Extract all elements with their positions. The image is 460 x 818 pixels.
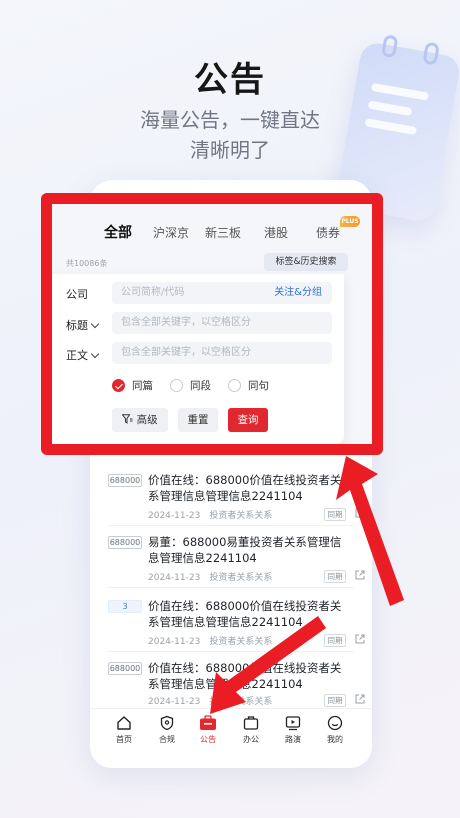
item-tag: 同期 (324, 570, 346, 583)
plus-badge: PLUS (340, 216, 360, 227)
line-decoration (364, 118, 418, 136)
stock-code-badge: 688000 (108, 474, 142, 487)
share-icon[interactable] (354, 507, 366, 519)
filter-panel: 公司 公司简称/代码 关注&分组 标题 包含全部关键字，以空格区分 正文 包含全… (52, 274, 344, 444)
tab-label: 我的 (327, 735, 343, 744)
shield-icon (160, 715, 174, 731)
stock-code-badge: 688000 (108, 662, 142, 675)
body-placeholder: 包含全部关键字，以空格区分 (121, 347, 251, 358)
tab-label: 首页 (116, 735, 132, 744)
chevron-down-icon (90, 349, 100, 359)
list-item[interactable]: 3 价值在线：688000价值在线投资者关系管理信息管理信息2241104 20… (108, 598, 365, 648)
tags-history-button[interactable]: 标签&历史搜索 (264, 253, 348, 271)
line-decoration (370, 82, 430, 101)
ring-decoration (380, 34, 399, 59)
divider (108, 651, 354, 652)
briefcase-icon (243, 716, 259, 730)
share-icon[interactable] (354, 633, 366, 645)
tab-announcement[interactable]: 公告 (188, 715, 228, 745)
radio-icon (170, 379, 183, 392)
bottom-tab-bar: 首页 合规 公告 办公 路演 我的 (90, 708, 372, 768)
chevron-down-icon (90, 319, 100, 329)
advanced-button[interactable]: 高级 (112, 408, 168, 432)
item-title[interactable]: 价值在线：688000价值在线投资者关系管理信息管理信息2241104 (148, 472, 348, 504)
tab-neeq[interactable]: 新三板 (205, 224, 241, 241)
divider (108, 587, 354, 588)
item-tag: 同期 (324, 508, 346, 521)
list-item[interactable]: 688000 价值在线：688000价值在线投资者关系管理信息管理信息22411… (108, 472, 365, 522)
tab-label: 合规 (159, 735, 175, 744)
tab-home[interactable]: 首页 (104, 715, 144, 745)
item-tag: 同期 (324, 634, 346, 647)
reset-button[interactable]: 重置 (178, 408, 218, 432)
stock-code-badge: 3 (108, 600, 142, 613)
tab-office[interactable]: 办公 (231, 715, 271, 745)
item-date: 2024-11-23 投资者关系关系 (148, 511, 273, 521)
highlight-frame: 全部 沪深京 新三板 港股 债券 PLUS 共10086条 标签&历史搜索 公司… (41, 193, 383, 455)
tab-hk[interactable]: 港股 (264, 224, 288, 241)
item-tag: 同期 (324, 694, 346, 707)
announcement-icon (200, 715, 216, 730)
share-icon[interactable] (354, 569, 366, 581)
company-label: 公司 (66, 288, 88, 301)
title-placeholder: 包含全部关键字，以空格区分 (121, 317, 251, 328)
item-title[interactable]: 价值在线：688000价值在线投资者关系管理信息管理信息2241104 (148, 598, 348, 630)
divider (108, 525, 354, 526)
home-icon (117, 716, 131, 730)
share-icon[interactable] (354, 693, 366, 705)
list-item[interactable]: 688000 价值在线：688000价值在线投资者关系管理信息管理信息22411… (108, 660, 365, 707)
title-dropdown[interactable]: 标题 (66, 317, 100, 333)
body-keyword-input[interactable]: 包含全部关键字，以空格区分 (112, 342, 332, 364)
search-area: 全部 沪深京 新三板 港股 债券 PLUS 共10086条 标签&历史搜索 公司… (52, 204, 372, 444)
list-item[interactable]: 688000 易董：688000易董投资者关系管理信息管理信息2241104 2… (108, 534, 365, 584)
item-date: 2024-11-23 投资者关系关系 (148, 697, 273, 707)
item-title[interactable]: 易董：688000易董投资者关系管理信息管理信息2241104 (148, 534, 348, 566)
filter-icon (121, 414, 133, 424)
company-input[interactable]: 公司简称/代码 关注&分组 (112, 282, 332, 304)
item-date: 2024-11-23 投资者关系关系 (148, 637, 273, 647)
tab-all[interactable]: 全部 (104, 222, 132, 242)
line-decoration (367, 100, 413, 117)
result-count: 共10086条 (66, 259, 108, 268)
radio-icon (228, 379, 241, 392)
title-keyword-input[interactable]: 包含全部关键字，以空格区分 (112, 312, 332, 334)
tab-label: 路演 (285, 735, 301, 744)
follow-group-link[interactable]: 关注&分组 (274, 282, 322, 304)
profile-icon (327, 715, 343, 731)
tab-roadshow[interactable]: 路演 (273, 715, 313, 745)
tab-compliance[interactable]: 合规 (147, 715, 187, 745)
tab-profile[interactable]: 我的 (315, 715, 355, 745)
tab-bond[interactable]: 债券 (316, 224, 340, 241)
category-tabs: 全部 沪深京 新三板 港股 债券 PLUS (52, 216, 372, 254)
video-icon (285, 716, 301, 731)
company-placeholder: 公司简称/代码 (121, 287, 185, 298)
body-dropdown[interactable]: 正文 (66, 347, 100, 363)
ring-decoration (422, 41, 440, 66)
item-title[interactable]: 价值在线：688000价值在线投资者关系管理信息管理信息2241104 (148, 660, 348, 692)
tab-label: 办公 (243, 735, 259, 744)
item-date: 2024-11-23 投资者关系关系 (148, 573, 273, 583)
radio-checked-icon (112, 379, 125, 392)
search-button[interactable]: 查询 (228, 408, 268, 432)
stock-code-badge: 688000 (108, 536, 142, 549)
tab-a-share[interactable]: 沪深京 (153, 224, 189, 241)
tab-label: 公告 (200, 735, 216, 744)
